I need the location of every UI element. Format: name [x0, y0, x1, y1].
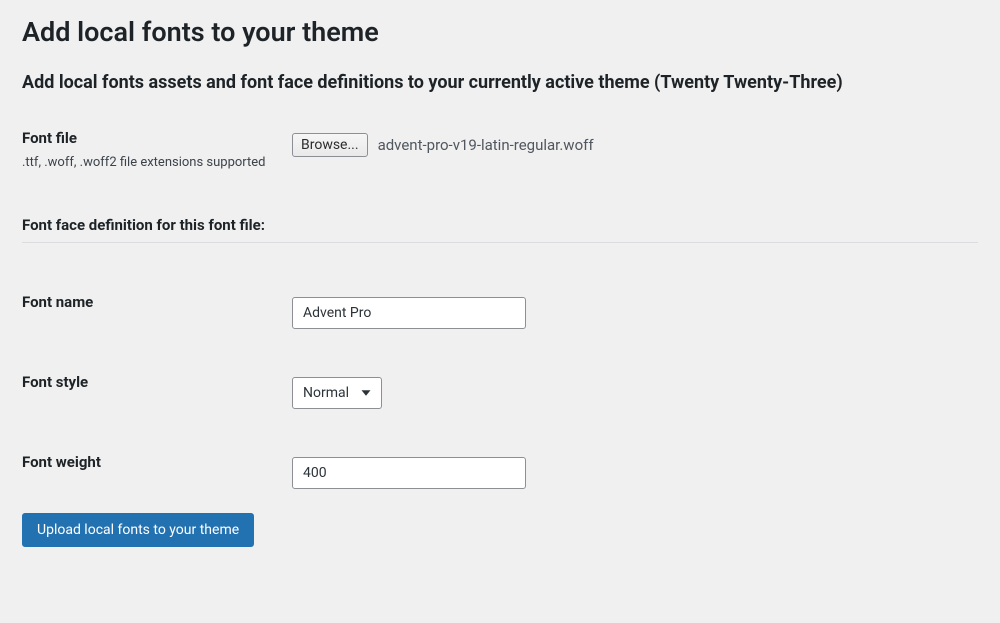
font-weight-label: Font weight [22, 453, 272, 473]
font-style-label: Font style [22, 373, 272, 393]
font-face-definition-label: Font face definition for this font file: [22, 216, 272, 236]
font-file-description: .ttf, .woff, .woff2 file extensions supp… [22, 153, 272, 173]
page-subtitle: Add local fonts assets and font face def… [22, 72, 978, 93]
page-title: Add local fonts to your theme [22, 16, 978, 48]
font-file-label: Font file [22, 129, 272, 149]
chevron-down-icon [357, 384, 375, 402]
font-file-row: Font file .ttf, .woff, .woff2 file exten… [22, 129, 978, 172]
selected-file-name: advent-pro-v19-latin-regular.woff [378, 136, 594, 154]
font-name-row: Font name [22, 293, 978, 329]
font-style-select[interactable]: Normal [292, 377, 382, 409]
browse-button[interactable]: Browse... [292, 133, 368, 157]
upload-fonts-button[interactable]: Upload local fonts to your theme [22, 513, 254, 547]
font-face-definition-header-row: Font face definition for this font file: [22, 216, 978, 243]
font-weight-input[interactable] [292, 457, 526, 489]
font-style-row: Font style Normal [22, 373, 978, 409]
font-name-label: Font name [22, 293, 272, 313]
font-name-input[interactable] [292, 297, 526, 329]
font-weight-row: Font weight [22, 453, 978, 489]
font-style-value: Normal [303, 385, 349, 401]
